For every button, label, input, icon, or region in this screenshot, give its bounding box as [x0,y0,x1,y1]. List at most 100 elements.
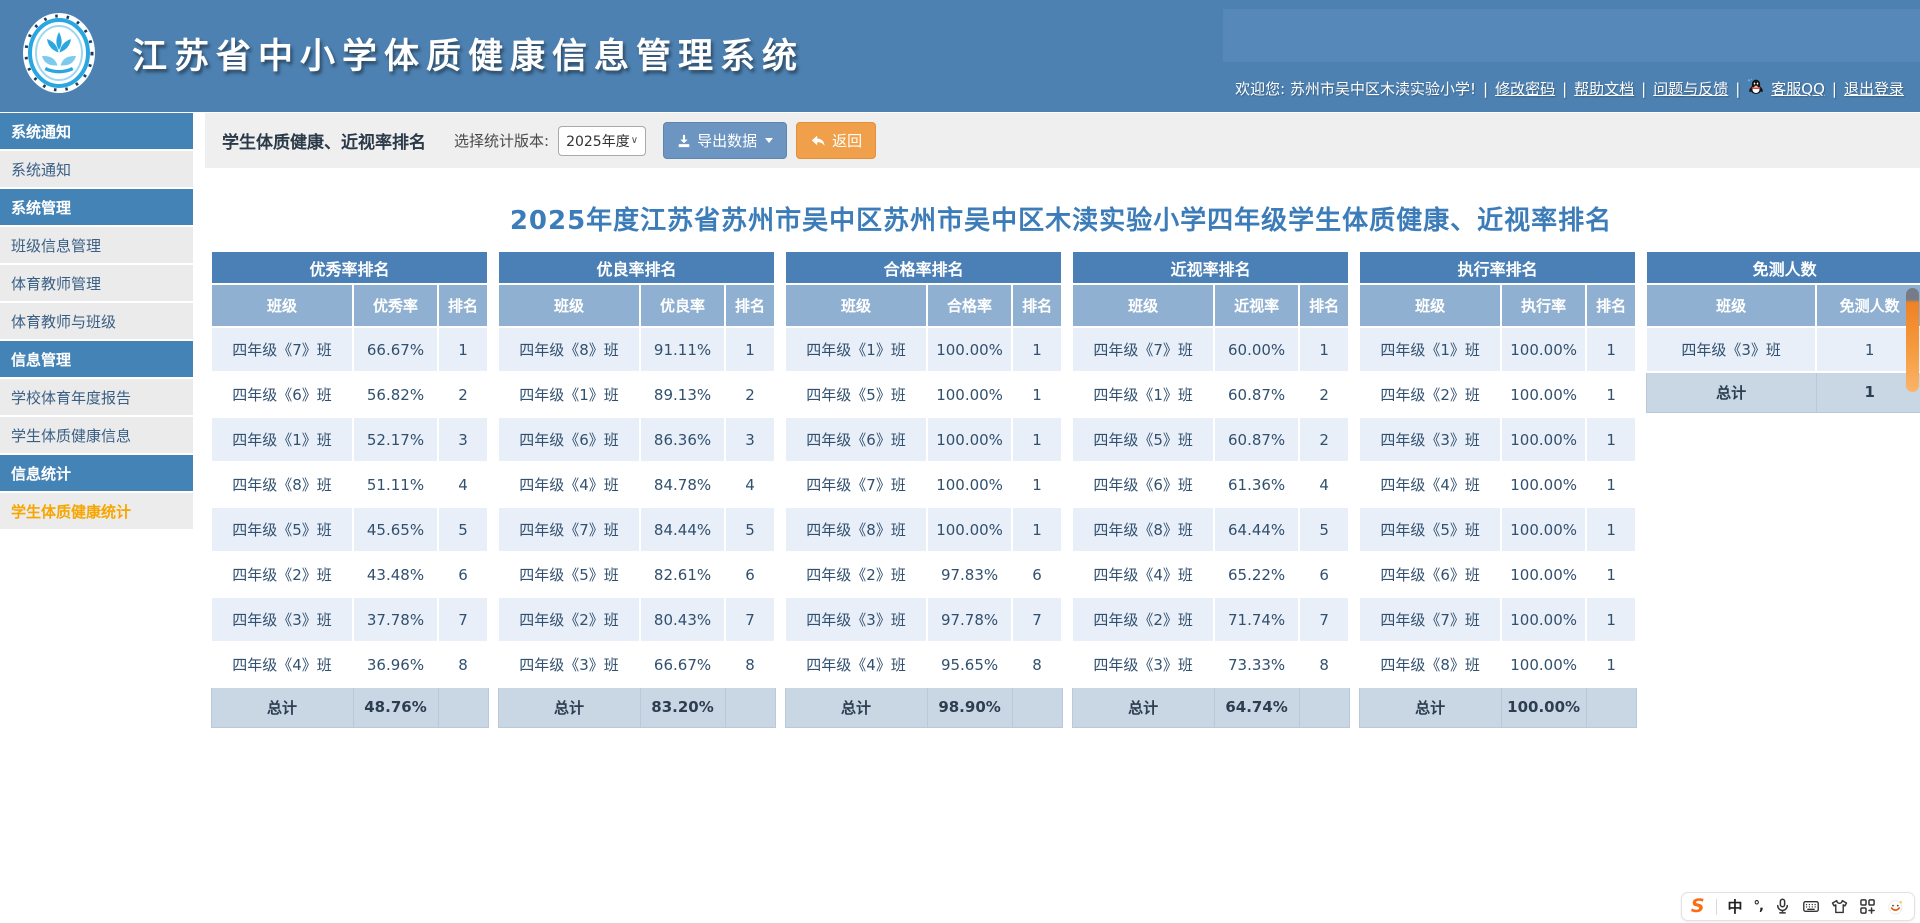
class-cell: 四年级《6》班 [498,417,640,462]
class-cell: 四年级《1》班 [1072,372,1214,417]
download-icon [677,134,691,148]
rate-cell: 100.00% [1501,597,1586,642]
rate-cell: 61.36% [1214,462,1299,507]
system-title: 江苏省中小学体质健康信息管理系统 [132,28,804,79]
table-row: 四年级《6》班 100.00% 1 [1359,552,1636,597]
table-row: 四年级《1》班 52.17% 3 [211,417,488,462]
qq-service-link[interactable]: 客服QQ [1771,78,1825,99]
rank-cell: 5 [725,507,775,552]
rank-cell: 2 [725,372,775,417]
table-row: 四年级《7》班 100.00% 1 [1359,597,1636,642]
sidebar-section-info-management[interactable]: 信息管理 [0,341,193,379]
sidebar-section-system-notice[interactable]: 系统通知 [0,113,193,151]
rate-cell: 84.78% [640,462,725,507]
logout-link[interactable]: 退出登录 [1844,78,1904,99]
table-row: 四年级《6》班 61.36% 4 [1072,462,1349,507]
table-row: 四年级《4》班 100.00% 1 [1359,462,1636,507]
sidebar-item-student-fitness-statistics[interactable]: 学生体质健康统计 [0,493,193,531]
sidebar-section-system-management[interactable]: 系统管理 [0,189,193,227]
table-row: 四年级《4》班 95.65% 8 [785,642,1062,687]
chinese-mode-toggle[interactable]: 中 [1728,896,1743,917]
sidebar-item-student-fitness-info[interactable]: 学生体质健康信息 [0,417,193,455]
column-header-rank: 排名 [725,284,775,327]
total-label: 总计 [785,687,927,727]
rate-cell: 100.00% [927,327,1012,372]
table-row: 四年级《6》班 56.82% 2 [211,372,488,417]
back-button[interactable]: 返回 [796,122,876,159]
chevron-down-icon: ∨ [631,135,638,146]
rank-cell: 8 [725,642,775,687]
total-rank [1299,687,1349,727]
report-title: 2025年度江苏省苏州市吴中区苏州市吴中区木渎实验小学四年级学生体质健康、近视率… [205,200,1917,237]
welcome-bar: 欢迎您: 苏州市吴中区木渎实验小学! | 修改密码 | 帮助文档 | 问题与反馈… [1235,78,1904,99]
column-header-class: 班级 [1072,284,1214,327]
class-cell: 四年级《7》班 [1359,597,1501,642]
class-cell: 四年级《4》班 [1072,552,1214,597]
column-header-class: 班级 [785,284,927,327]
rank-cell: 1 [1586,552,1636,597]
table-row: 四年级《5》班 45.65% 5 [211,507,488,552]
export-data-button[interactable]: 导出数据 [663,122,787,159]
table-title: 近视率排名 [1072,251,1349,284]
class-cell: 四年级《5》班 [498,552,640,597]
sidebar-section-info-statistics[interactable]: 信息统计 [0,455,193,493]
sidebar-item-pe-teacher-management[interactable]: 体育教师管理 [0,265,193,303]
table-row: 四年级《1》班 60.87% 2 [1072,372,1349,417]
rank-cell: 1 [1586,642,1636,687]
vertical-scrollbar-thumb[interactable] [1906,288,1919,392]
microphone-icon[interactable] [1774,898,1791,915]
sogou-logo-icon[interactable]: S [1691,897,1705,916]
rank-cell: 1 [1012,507,1062,552]
execution-rate-table: 执行率排名 班级 执行率 排名 四年级《1》班 100.00% 1 四年级《2》… [1358,250,1637,728]
table-row: 四年级《8》班 64.44% 5 [1072,507,1349,552]
table-row: 四年级《8》班 100.00% 1 [1359,642,1636,687]
punctuation-toggle[interactable]: °, [1754,899,1763,914]
total-row: 总计 64.74% [1072,687,1349,727]
keyboard-icon[interactable] [1802,898,1820,915]
column-header-rank: 排名 [438,284,488,327]
total-row: 总计 1 [1646,372,1920,412]
sidebar-item-system-notice[interactable]: 系统通知 [0,151,193,189]
rate-cell: 100.00% [927,462,1012,507]
emoji-icon[interactable] [1887,898,1905,916]
table-row: 四年级《6》班 100.00% 1 [785,417,1062,462]
table-row: 四年级《8》班 100.00% 1 [785,507,1062,552]
rank-cell: 6 [438,552,488,597]
excellent-rate-table: 优秀率排名 班级 优秀率 排名 四年级《7》班 66.67% 1 四年级《6》班… [210,250,489,728]
class-cell: 四年级《6》班 [1072,462,1214,507]
class-cell: 四年级《6》班 [1359,552,1501,597]
version-select-label: 选择统计版本: [454,130,549,151]
myopia-rate-table: 近视率排名 班级 近视率 排名 四年级《7》班 60.00% 1 四年级《1》班… [1071,250,1350,728]
column-header-class: 班级 [498,284,640,327]
sidebar-item-school-pe-annual-report[interactable]: 学校体育年度报告 [0,379,193,417]
total-value: 83.20% [640,687,725,727]
class-cell: 四年级《3》班 [1359,417,1501,462]
rank-cell: 1 [1012,462,1062,507]
apps-grid-icon[interactable] [1859,898,1876,915]
total-label: 总计 [211,687,353,727]
table-row: 四年级《3》班 1 [1646,327,1920,372]
table-row: 四年级《5》班 100.00% 1 [1359,507,1636,552]
exempt-count-cell: 1 [1816,327,1920,372]
help-doc-link[interactable]: 帮助文档 [1574,78,1634,99]
sidebar-item-pe-teacher-and-class[interactable]: 体育教师与班级 [0,303,193,341]
total-row: 总计 100.00% [1359,687,1636,727]
rank-cell: 7 [1012,597,1062,642]
version-select[interactable]: 2025年度 ∨ [558,126,646,156]
rank-cell: 8 [438,642,488,687]
sidebar-item-class-info-management[interactable]: 班级信息管理 [0,227,193,265]
rank-cell: 5 [438,507,488,552]
class-cell: 四年级《3》班 [1646,327,1816,372]
rate-cell: 56.82% [353,372,438,417]
table-row: 四年级《8》班 91.11% 1 [498,327,775,372]
total-value: 48.76% [353,687,438,727]
feedback-link[interactable]: 问题与反馈 [1653,78,1728,99]
skin-tshirt-icon[interactable] [1831,898,1848,915]
rate-cell: 60.87% [1214,372,1299,417]
column-header-rate: 执行率 [1501,284,1586,327]
change-password-link[interactable]: 修改密码 [1495,78,1555,99]
total-value: 100.00% [1501,687,1586,727]
rate-cell: 89.13% [640,372,725,417]
table-row: 四年级《3》班 100.00% 1 [1359,417,1636,462]
rank-cell: 4 [725,462,775,507]
